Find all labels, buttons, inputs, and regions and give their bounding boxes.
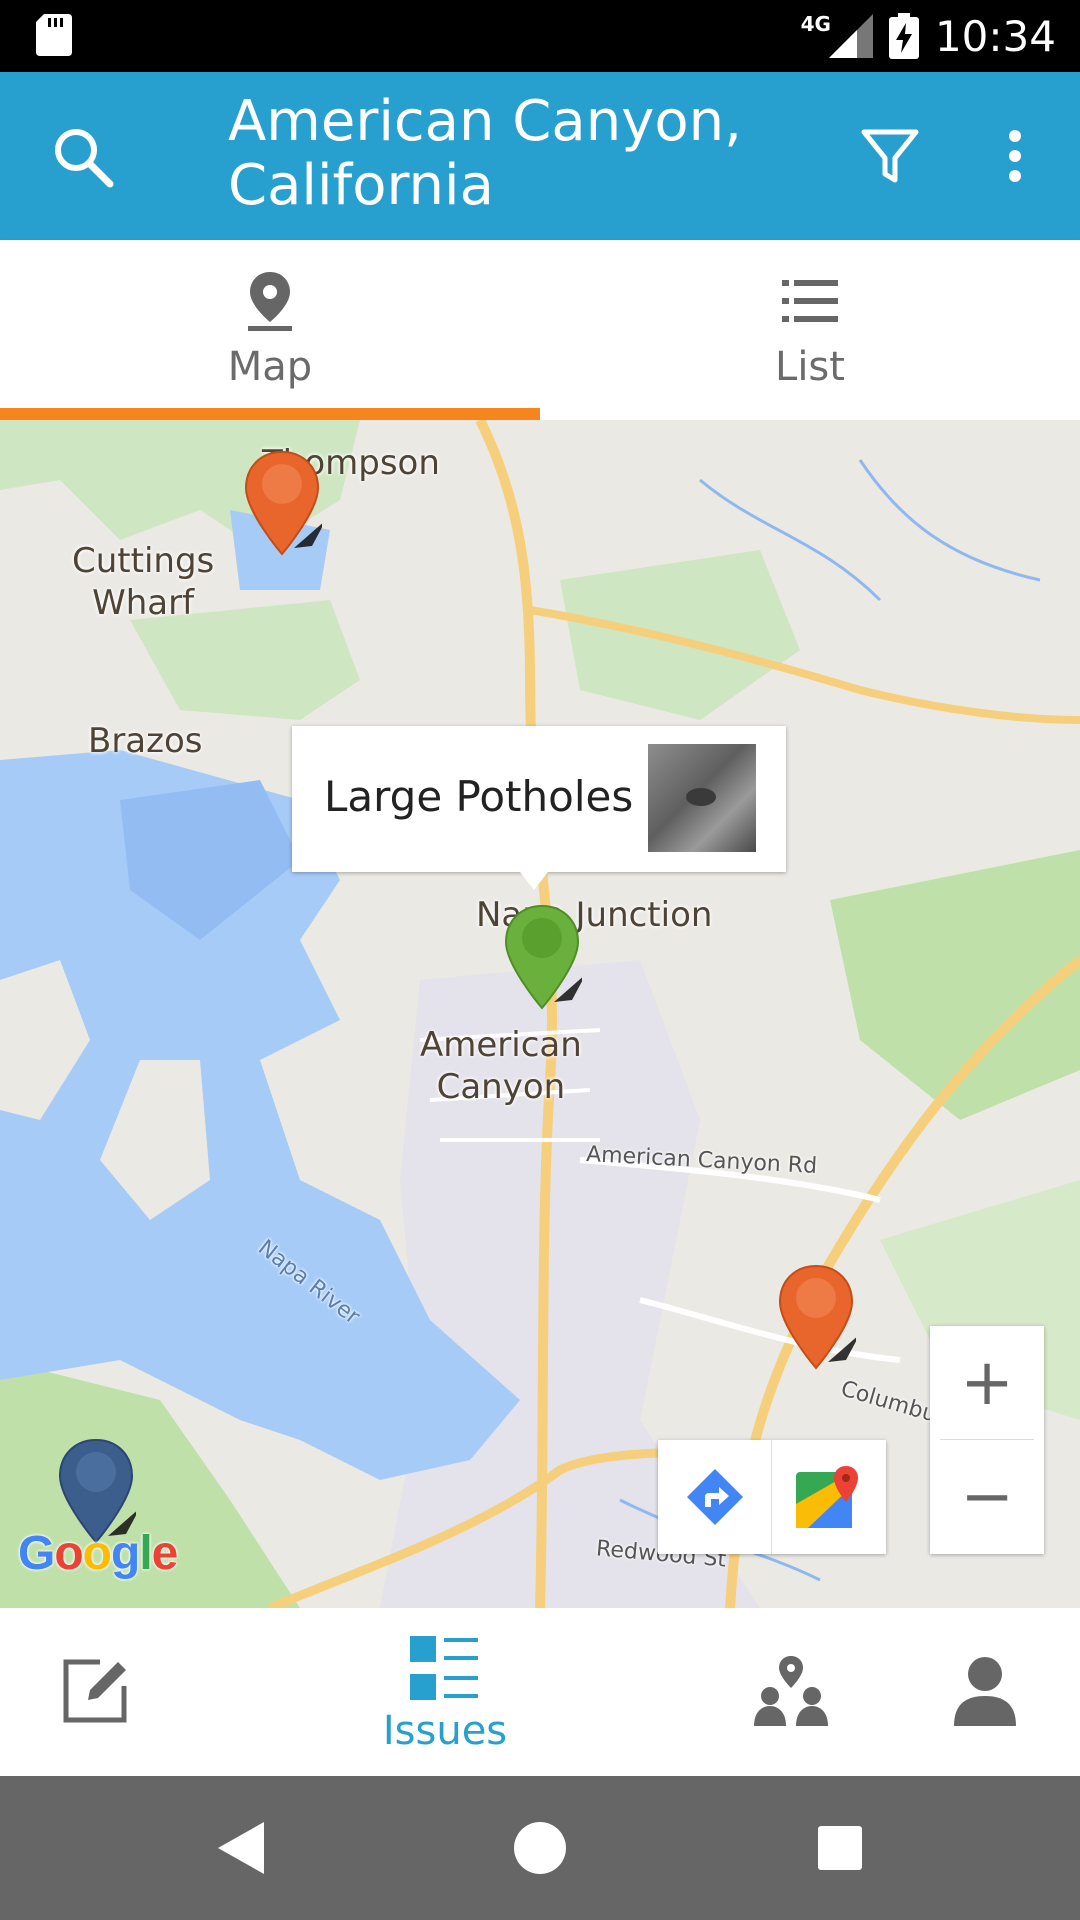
issues-icon — [410, 1636, 478, 1700]
clock: 10:34 — [934, 11, 1056, 61]
directions-icon — [687, 1469, 743, 1525]
info-window-title: Large Potholes — [324, 772, 634, 821]
zoom-out-icon: − — [960, 1460, 1014, 1534]
network-type: 4G — [800, 12, 831, 36]
search-icon[interactable] — [50, 124, 116, 190]
map-pin-icon — [248, 272, 292, 331]
community-icon — [754, 1656, 828, 1726]
google-logo: Google — [18, 1527, 178, 1580]
tab-list-label: List — [775, 344, 845, 390]
recents-icon[interactable] — [804, 1812, 876, 1884]
bottom-navigation: Issues — [0, 1608, 1080, 1776]
tab-map-label: Map — [227, 344, 313, 390]
nav-issues[interactable]: Issues — [330, 1608, 560, 1776]
edit-icon — [63, 1659, 127, 1723]
nav-profile[interactable] — [920, 1608, 1050, 1776]
directions-button[interactable] — [658, 1440, 772, 1554]
status-bar: 4G 10:34 — [0, 0, 1080, 72]
tab-map[interactable]: Map — [0, 240, 540, 420]
place-label: American Canyon — [420, 1025, 582, 1107]
issue-pin[interactable] — [242, 450, 322, 560]
map-view[interactable]: Thompson Cuttings Wharf Brazos Napa Junc… — [0, 420, 1080, 1608]
issue-pin[interactable] — [776, 1264, 856, 1374]
nav-issues-label: Issues — [382, 1708, 508, 1754]
home-icon[interactable] — [504, 1812, 576, 1884]
place-label: Cuttings Wharf — [72, 541, 215, 623]
map-toolbar — [658, 1440, 886, 1554]
list-icon — [782, 280, 838, 322]
sd-card-icon — [36, 14, 72, 56]
zoom-in-button[interactable]: + — [930, 1326, 1044, 1440]
info-window[interactable]: Large Potholes — [292, 726, 786, 890]
battery-charging-icon — [888, 13, 919, 59]
zoom-out-button[interactable]: − — [930, 1440, 1044, 1554]
signal-icon — [828, 14, 873, 58]
issue-thumbnail — [648, 744, 756, 852]
place-label: Brazos — [88, 721, 203, 761]
nav-report[interactable] — [0, 1608, 190, 1776]
zoom-in-icon: + — [960, 1346, 1014, 1420]
nav-community[interactable] — [730, 1608, 860, 1776]
issue-pin-selected[interactable] — [502, 904, 582, 1014]
open-in-maps-button[interactable] — [772, 1440, 886, 1554]
back-icon[interactable] — [204, 1812, 276, 1884]
tab-indicator — [0, 408, 540, 420]
filter-icon[interactable] — [858, 124, 922, 188]
view-tabs: Map List — [0, 240, 1080, 420]
profile-icon — [954, 1657, 1016, 1726]
google-maps-icon — [796, 1466, 858, 1528]
system-navigation-bar — [0, 1776, 1080, 1920]
zoom-controls: + − — [930, 1326, 1044, 1554]
page-title: American Canyon, California — [228, 89, 742, 218]
app-bar: American Canyon, California — [0, 72, 1080, 240]
more-vert-icon[interactable] — [990, 124, 1040, 188]
tab-list[interactable]: List — [540, 240, 1080, 420]
